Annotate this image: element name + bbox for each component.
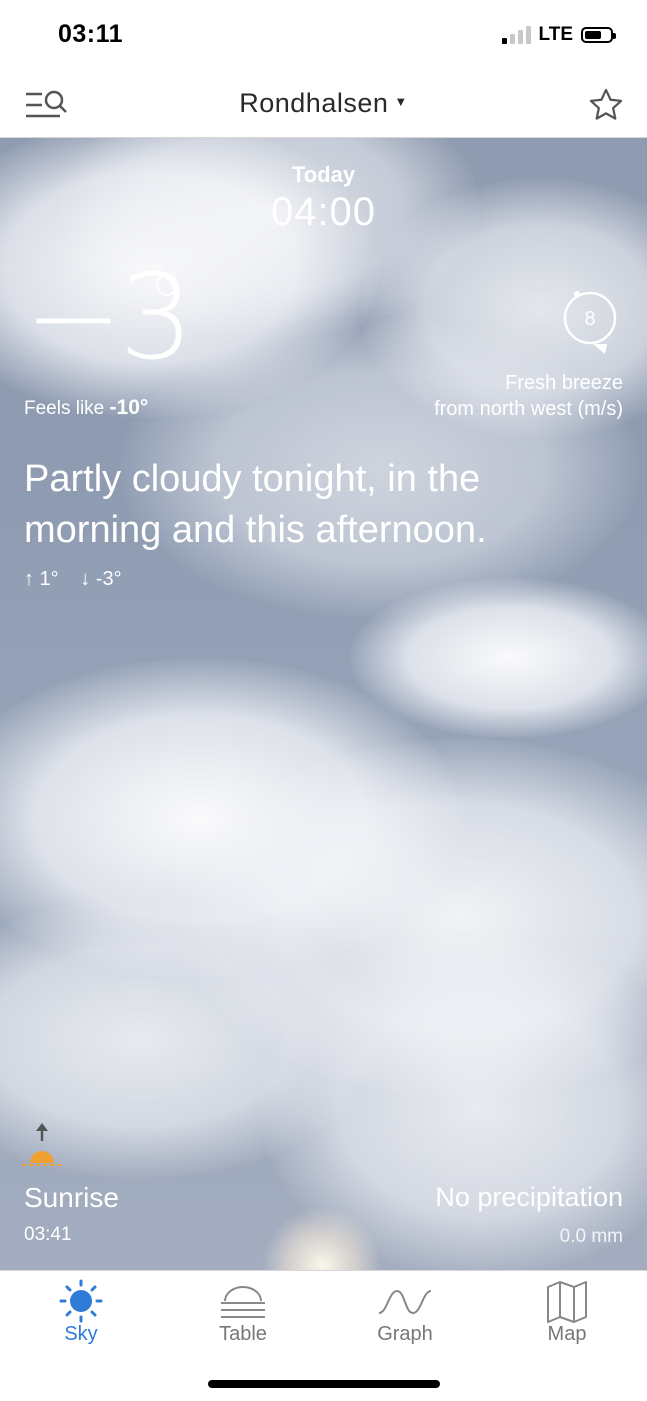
tab-graph[interactable]: Graph (324, 1271, 486, 1361)
sunrise-icon (22, 1123, 64, 1169)
wind-description: Fresh breeze from north west (m/s) (434, 370, 623, 422)
signal-icon (501, 26, 531, 44)
degree-symbol (156, 274, 178, 296)
high-low: ↑ 1° ↓ -3° (24, 568, 138, 591)
caret-down-icon: ▼ (394, 94, 408, 110)
table-icon (221, 1286, 265, 1318)
sun-icon (59, 1279, 103, 1323)
low-temp: ↓ -3° (80, 568, 122, 590)
forecast-time: 04:00 (270, 190, 377, 234)
tab-map[interactable]: Map (486, 1271, 647, 1361)
tab-label: Sky (64, 1323, 98, 1345)
tab-table[interactable]: Table (162, 1271, 324, 1361)
status-indicators: LTE (501, 24, 616, 46)
status-time: 03:11 (58, 20, 124, 48)
precipitation-label: No precipitation (435, 1182, 623, 1212)
location-selector[interactable]: Rondhalsen ▼ (0, 88, 647, 119)
wind-desc-line1: Fresh breeze (505, 372, 623, 394)
favorite-star-icon[interactable] (587, 86, 625, 124)
location-name: Rondhalsen (239, 88, 389, 118)
sunrise-label: Sunrise (24, 1182, 119, 1213)
forecast-day: Today (291, 162, 356, 187)
wind-speed: 8 (584, 308, 595, 330)
forecast-summary: Partly cloudy tonight, in the morning an… (24, 458, 487, 551)
high-temp: ↑ 1° (24, 568, 59, 590)
tab-label: Table (219, 1323, 267, 1345)
network-type: LTE (538, 24, 573, 45)
battery-icon (581, 27, 616, 43)
tab-label: Map (547, 1323, 587, 1345)
tab-sky[interactable]: Sky (0, 1271, 162, 1361)
home-indicator[interactable] (208, 1380, 440, 1388)
feels-like-label: Feels like (24, 398, 105, 419)
precipitation-amount: 0.0 mm (559, 1226, 623, 1247)
wind-desc-line2: from north west (m/s) (434, 398, 623, 420)
sunrise-time: 03:41 (24, 1224, 72, 1245)
feels-like: Feels like -10° (24, 396, 148, 420)
sky-view: Today 04:00 −3 Feels like -10° 8 Fresh b… (0, 138, 647, 1270)
status-bar: 03:11 LTE (0, 0, 647, 72)
feels-like-value: -10° (109, 396, 149, 419)
graph-icon (378, 1289, 432, 1315)
nav-bar: Rondhalsen ▼ (0, 72, 647, 138)
wind-direction-icon: 8 (561, 286, 619, 356)
map-icon (547, 1281, 587, 1323)
tab-label: Graph (377, 1323, 433, 1345)
